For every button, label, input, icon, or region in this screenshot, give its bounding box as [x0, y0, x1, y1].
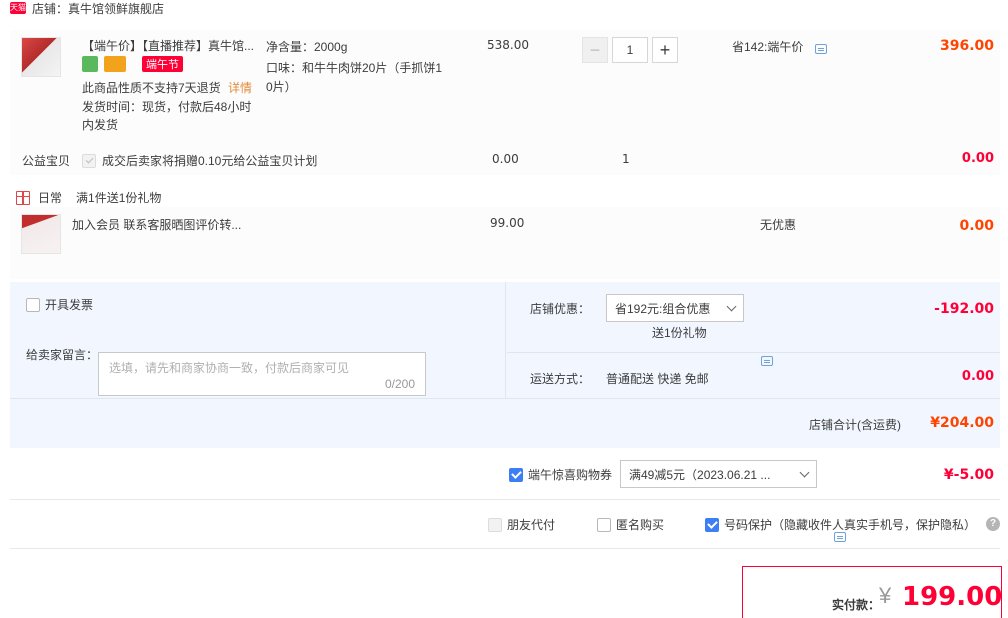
return-note: 此商品性质不支持7天退货 详情	[82, 79, 252, 96]
message-textarea[interactable]: 选填，请先和商家协商一致，付款后商家可见 0/200	[98, 352, 426, 396]
spec-flavor-line1: 口味：和牛牛肉饼20片（手抓饼1	[266, 61, 443, 75]
shop-discount-info-icon[interactable]	[761, 356, 773, 366]
shop-total-value: ¥204.00	[930, 415, 994, 431]
item-1-discount: 省142:端午价	[732, 40, 804, 54]
friend-pay-label: 朋友代付	[507, 518, 556, 532]
charity-option: 成交后卖家将捐赠0.10元给公益宝贝计划	[82, 152, 317, 169]
message-label: 给卖家留言：	[26, 348, 99, 362]
shipping-amount: 0.00	[961, 369, 994, 384]
panel-divider-vertical	[505, 282, 506, 398]
spec-flavor-line2: 0片）	[266, 80, 297, 94]
decrease-button[interactable]: −	[582, 37, 608, 63]
promo-row: 日常 满1件送1份礼物	[16, 189, 161, 206]
charity-price: 0.00	[492, 152, 519, 166]
gift-note: 送1份礼物	[652, 326, 707, 340]
panel-divider-mid	[507, 352, 1000, 353]
message-count: 0/200	[384, 377, 415, 391]
divider	[10, 499, 1000, 500]
service-tag-icon	[82, 56, 98, 72]
coupon-info-icon[interactable]	[834, 532, 846, 542]
privacy-option: 号码保护（隐藏收件人真实手机号，保护隐私）	[705, 516, 976, 533]
message-placeholder: 选填，请先和商家协商一致，付款后商家可见	[109, 361, 350, 375]
promo-label: 日常	[38, 191, 63, 205]
invoice-label: 开具发票	[45, 298, 94, 312]
anonymous-checkbox[interactable]	[597, 517, 611, 532]
final-amount: 199.00	[902, 582, 1003, 612]
charity-text: 成交后卖家将捐赠0.10元给公益宝贝计划	[102, 154, 318, 168]
invoice-checkbox[interactable]	[26, 297, 40, 312]
ship-time-line2: 内发货	[82, 118, 119, 132]
item-1-subtotal: 396.00	[939, 38, 994, 54]
shop-name[interactable]: 店铺：真牛馆领鲜旗舰店	[32, 0, 164, 17]
coupon-value: 满49减5元（2023.06.21 ...	[629, 467, 771, 482]
coupon-select[interactable]: 满49减5元（2023.06.21 ...	[620, 460, 817, 488]
item-2-price: 99.00	[490, 216, 525, 230]
chevron-down-icon	[799, 467, 810, 477]
item-2-thumbnail[interactable]	[21, 214, 61, 254]
item-1-title[interactable]: 【端午价】【直播推荐】真牛馆...	[82, 37, 260, 54]
coupon-option: 端午惊喜购物券	[509, 466, 612, 483]
charity-qty: 1	[622, 152, 630, 166]
return-note-text: 此商品性质不支持7天退货	[82, 81, 221, 95]
panel-divider-bottom	[10, 398, 1000, 399]
ship-time-line1: 发货时间：现货，付款后48小时	[82, 100, 252, 114]
shop-header: 天猫 店铺：真牛馆领鲜旗舰店	[10, 0, 164, 16]
gift-icon	[16, 190, 30, 205]
privacy-label: 号码保护（隐藏收件人真实手机号，保护隐私）	[724, 518, 977, 532]
final-label: 实付款：	[832, 598, 881, 612]
charity-label: 公益宝贝	[22, 154, 71, 168]
shop-discount-select[interactable]: 省192元:组合优惠	[606, 294, 744, 322]
item-2-discount: 无优惠	[760, 218, 797, 232]
festival-tag: 端午节	[142, 56, 183, 72]
increase-button[interactable]: +	[652, 37, 678, 63]
invoice-option: 开具发票	[26, 296, 93, 313]
quantity-stepper: − 1 +	[582, 37, 678, 63]
shop-discount-amount: -192.00	[934, 301, 994, 317]
shop-discount-value: 省192元:组合优惠	[615, 301, 711, 316]
tmall-badge: 天猫	[10, 2, 26, 14]
coupon-checkbox[interactable]	[509, 467, 523, 482]
final-currency: ¥	[879, 583, 892, 608]
friend-pay-checkbox[interactable]	[488, 517, 502, 532]
festival-tag-label: 端午节	[146, 59, 179, 71]
coupon-amount: ¥-5.00	[943, 467, 994, 483]
privacy-checkbox[interactable]	[705, 517, 719, 532]
anonymous-option: 匿名购买	[597, 516, 664, 533]
item-2-subtotal: 0.00	[959, 218, 994, 234]
shipping-label: 运送方式：	[530, 372, 591, 386]
shop-total-label: 店铺合计(含运费)	[809, 418, 901, 432]
promo-text: 满1件送1份礼物	[76, 191, 162, 205]
item-1-unit-price: 538.00	[487, 38, 529, 52]
coupon-label: 端午惊喜购物券	[528, 468, 613, 482]
item-1-thumbnail[interactable]	[21, 37, 61, 77]
divider	[10, 548, 1000, 549]
chevron-down-icon	[726, 301, 737, 311]
discount-info-icon[interactable]	[815, 44, 827, 54]
anonymous-label: 匿名购买	[616, 518, 665, 532]
charity-checkbox[interactable]	[82, 153, 96, 168]
return-detail-link[interactable]: 详情	[228, 81, 252, 95]
item-2-title[interactable]: 加入会员 联系客服晒图评价转...	[72, 216, 241, 233]
charity-subtotal: 0.00	[961, 151, 994, 166]
item-1-tags: 端午节	[82, 56, 183, 72]
quantity-input[interactable]: 1	[612, 37, 648, 63]
card-tag-icon	[104, 56, 126, 72]
spec-weight: 净含量：2000g	[266, 40, 348, 54]
shipping-value: 普通配送 快递 免邮	[606, 372, 709, 386]
help-icon[interactable]: ?	[986, 517, 1000, 531]
friend-pay-option: 朋友代付	[488, 516, 555, 533]
shop-discount-label: 店铺优惠：	[530, 302, 591, 316]
